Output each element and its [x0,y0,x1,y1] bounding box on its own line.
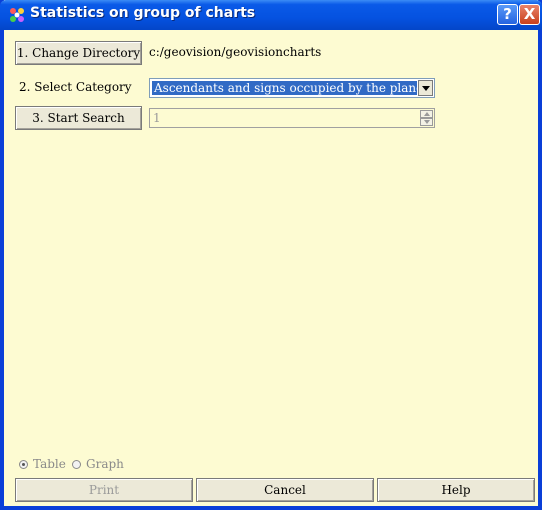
dropdown-arrow-icon[interactable] [418,80,433,96]
help-title-button[interactable]: ? [497,4,518,25]
window-title: Statistics on group of charts [30,5,256,21]
search-spinner[interactable]: 1 [149,108,435,128]
print-button[interactable]: Print [15,478,193,502]
spinner-down-icon[interactable] [420,118,433,126]
radio-unchecked-icon [72,459,81,469]
radio-table[interactable]: Table [19,457,66,471]
app-icon [10,8,24,22]
spinner-value: 1 [153,111,161,125]
directory-path: c:/geovision/geovisioncharts [149,45,322,59]
statistics-dialog: Statistics on group of charts ? X 1. Cha… [0,0,542,510]
spinner-up-icon[interactable] [420,110,433,118]
radio-checked-icon [19,459,28,469]
radio-table-label: Table [33,457,66,471]
category-select[interactable]: Ascendants and signs occupied by the pla… [149,78,435,98]
help-button[interactable]: Help [377,478,535,502]
close-button[interactable]: X [519,4,540,25]
title-bar[interactable]: Statistics on group of charts ? X [0,0,542,30]
start-search-button[interactable]: 3. Start Search [15,106,142,130]
cancel-button[interactable]: Cancel [196,478,374,502]
select-category-label: 2. Select Category [19,80,132,94]
radio-graph[interactable]: Graph [72,457,124,471]
change-directory-button[interactable]: 1. Change Directory [15,41,142,65]
category-selected-value: Ascendants and signs occupied by the pla… [152,81,417,95]
radio-graph-label: Graph [86,457,124,471]
